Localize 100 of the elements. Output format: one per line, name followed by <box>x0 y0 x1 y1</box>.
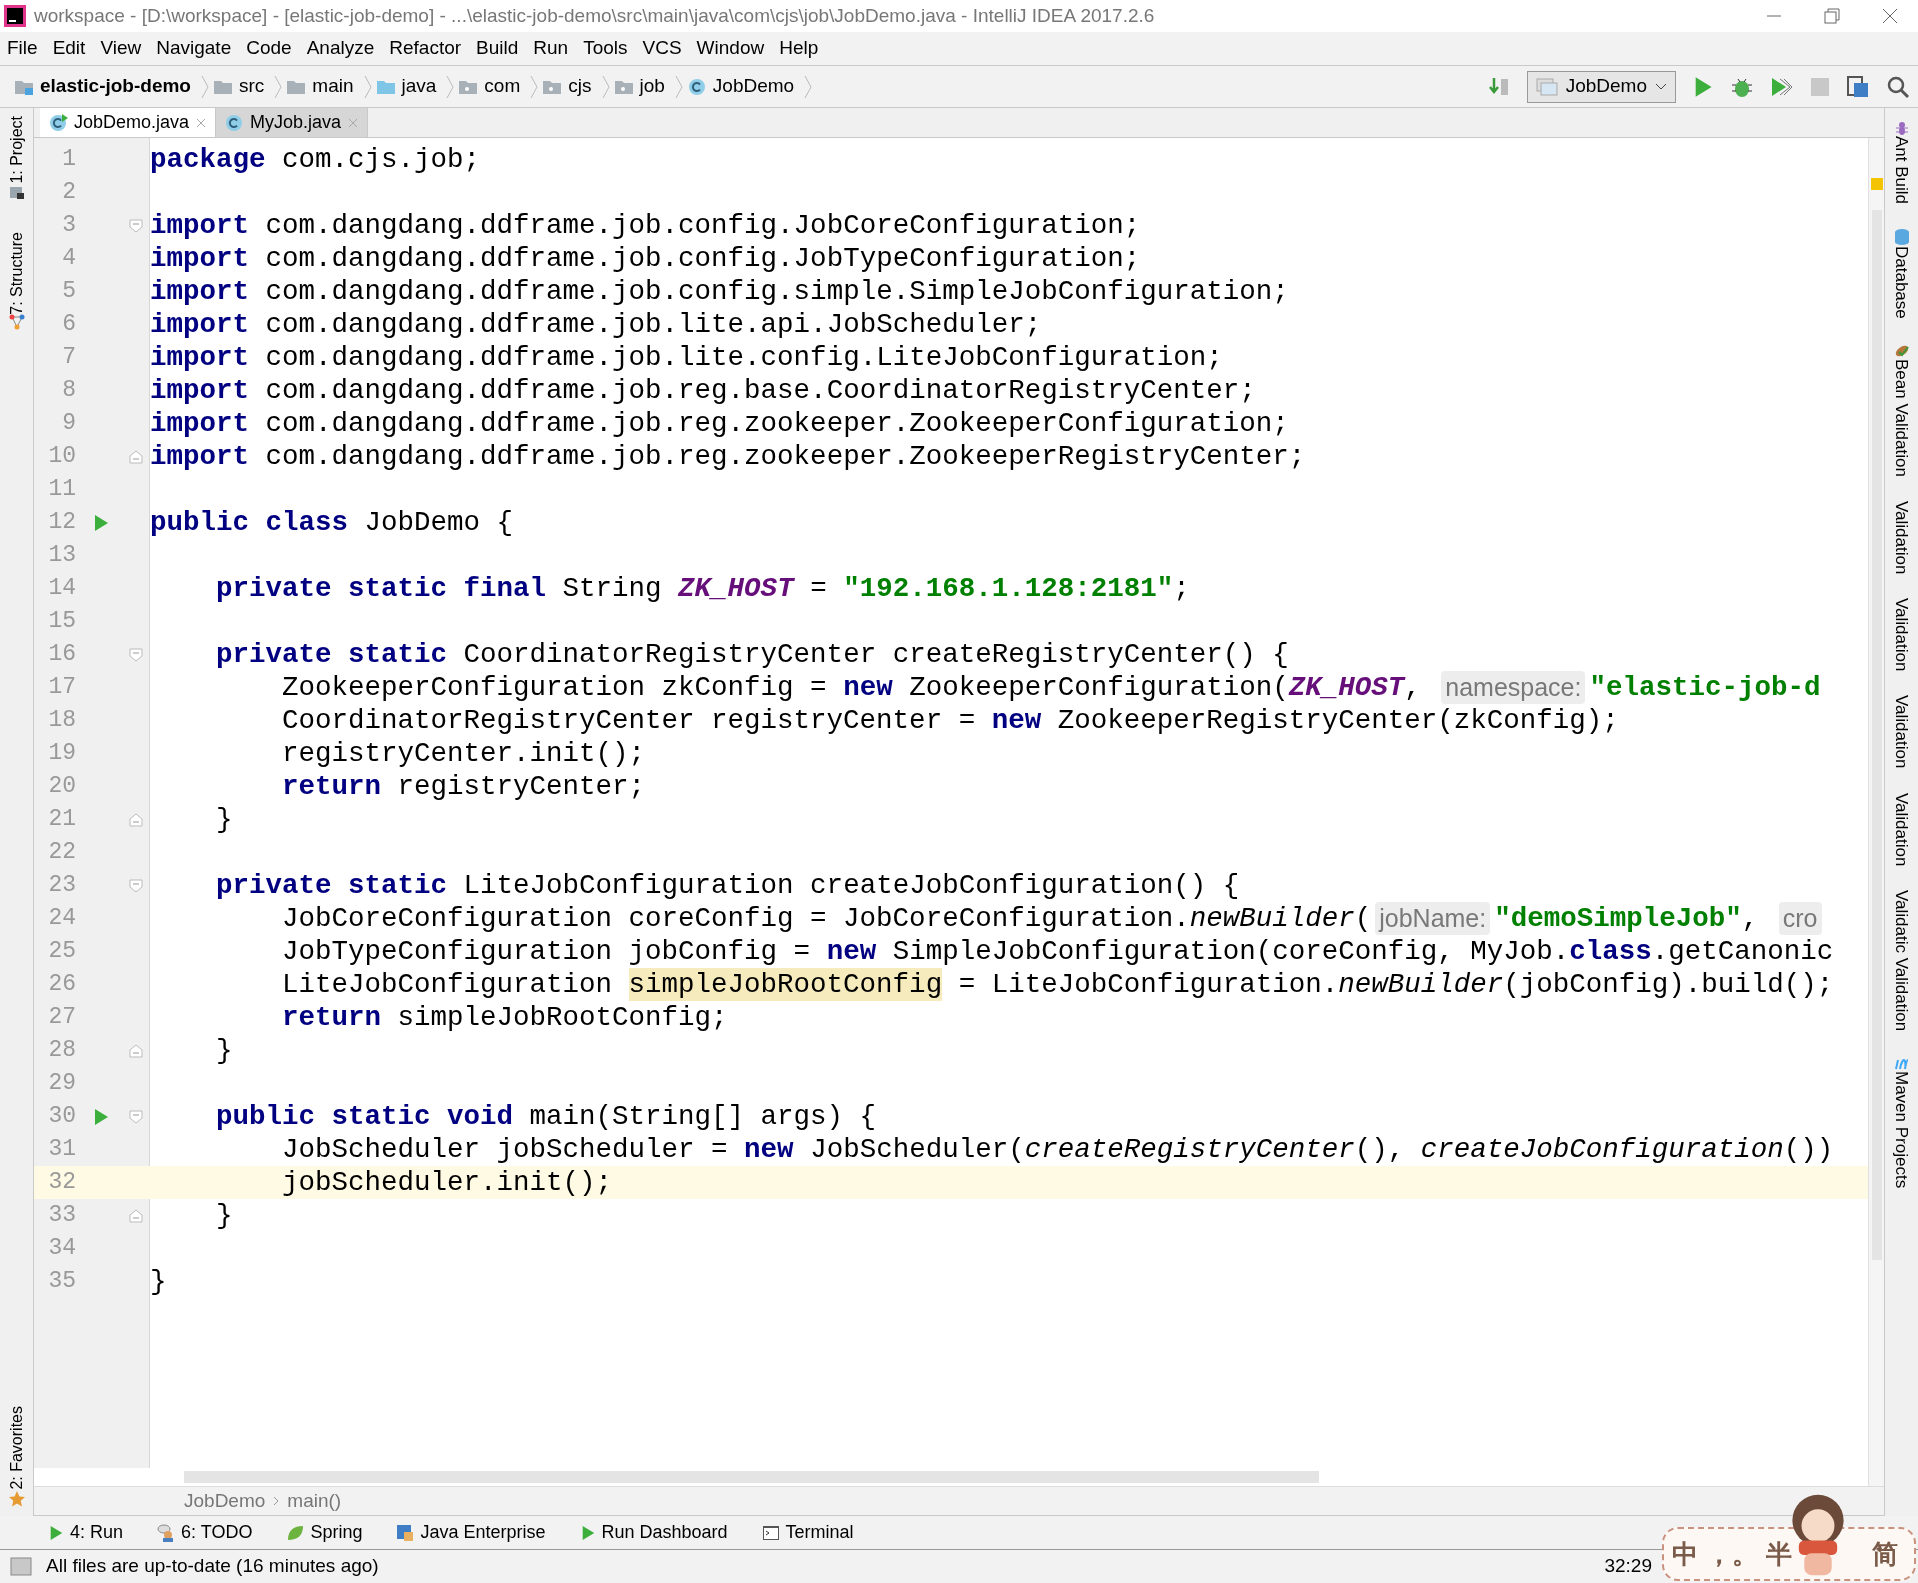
window-icon <box>1535 77 1558 96</box>
menu-item[interactable]: Edit <box>52 34 86 63</box>
tool-window-button[interactable]: Validatic Validation <box>1888 890 1915 1032</box>
run-gutter-icon[interactable] <box>92 1107 110 1126</box>
fold-icon[interactable] <box>129 218 143 233</box>
tool-window-button[interactable]: Ant Build <box>1888 136 1915 205</box>
code-text: } <box>215 1034 233 1067</box>
line-number: 18 <box>48 706 76 736</box>
breadcrumb-item[interactable]: java <box>401 72 437 101</box>
menu-item[interactable]: Code <box>246 34 292 63</box>
breadcrumb-item[interactable]: job <box>639 72 665 101</box>
line-number: 9 <box>62 409 76 439</box>
code-text: com.dangdang.ddframe.job.config.JobTypeConfiguration; <box>264 242 1141 275</box>
line-number: 25 <box>48 937 76 967</box>
chevron-icon <box>601 74 610 99</box>
breadcrumb-item[interactable]: JobDemo <box>712 72 795 101</box>
tool-window-button[interactable]: Validation <box>1888 598 1915 672</box>
parameter-hint: namespace: <box>1441 671 1586 704</box>
leaf-icon <box>286 1523 305 1542</box>
menu-item[interactable]: VCS <box>642 34 682 63</box>
input-method-item[interactable]: ，。 <box>1706 1534 1758 1574</box>
input-method-item[interactable]: 半 <box>1766 1534 1792 1574</box>
status-toggle-icon[interactable] <box>10 1556 32 1577</box>
keyword: private static final <box>215 572 547 605</box>
tool-window-button[interactable]: Run Dashboard <box>579 1519 728 1546</box>
keyword: import <box>150 341 250 374</box>
caret-position[interactable]: 32:29 <box>1604 1552 1652 1581</box>
project-structure-icon[interactable] <box>1846 74 1870 99</box>
line-number: 13 <box>48 541 76 571</box>
fold-icon[interactable] <box>129 812 143 827</box>
menu-item[interactable]: View <box>100 34 142 63</box>
code-text: ZookeeperConfiguration zkConfig = <box>281 671 828 704</box>
build-icon[interactable] <box>1488 75 1511 98</box>
tool-window-button[interactable]: 2: Favorites <box>0 1406 37 1490</box>
keyword: return <box>281 1001 382 1034</box>
horizontal-scrollbar[interactable] <box>184 1471 1319 1483</box>
menu-item[interactable]: Build <box>476 34 519 63</box>
constant-name: ZK_HOST <box>678 572 794 605</box>
close-icon[interactable] <box>1882 8 1898 24</box>
menu-item[interactable]: Refactor <box>389 34 462 63</box>
string-literal: "demoSimpleJob" <box>1494 902 1742 935</box>
menu-item[interactable]: Tools <box>583 34 628 63</box>
folder-icon <box>286 78 307 95</box>
tool-window-button[interactable]: Validation <box>1888 500 1915 575</box>
method-name: createJobConfiguration <box>1420 1133 1784 1166</box>
breadcrumb-item[interactable]: JobDemo <box>184 1486 266 1516</box>
fold-icon[interactable] <box>129 1109 143 1124</box>
menu-item[interactable]: Run <box>533 34 569 63</box>
editor-tab[interactable]: JobDemo.java <box>40 108 217 137</box>
menu-item[interactable]: Window <box>696 34 765 63</box>
code-text: = LiteJobConfiguration. <box>957 968 1339 1001</box>
breadcrumb-item[interactable]: src <box>239 72 265 101</box>
fold-icon[interactable] <box>129 1043 143 1058</box>
keyword: class <box>1569 935 1652 968</box>
menu-item[interactable]: Help <box>779 34 819 63</box>
run-configuration-dropdown[interactable]: JobDemo <box>1526 70 1676 103</box>
breadcrumb-item[interactable]: main() <box>287 1486 342 1516</box>
input-method-item[interactable]: 中 <box>1672 1534 1698 1574</box>
chevron-icon <box>446 74 455 99</box>
breadcrumb-item[interactable]: cjs <box>568 72 592 101</box>
chevron-icon <box>273 1495 280 1507</box>
tool-window-button[interactable]: Validation <box>1888 695 1915 769</box>
tool-window-button[interactable]: 7: Structure <box>0 231 37 315</box>
menu-item[interactable]: File <box>7 34 38 63</box>
tool-window-button[interactable]: Database <box>1888 246 1915 319</box>
tool-window-button[interactable]: Maven Projects <box>1888 1071 1915 1189</box>
menu-item[interactable]: Navigate <box>156 34 232 63</box>
tool-window-button[interactable]: Bean Validation <box>1888 358 1915 477</box>
tool-window-button[interactable]: 4: Run <box>48 1519 124 1546</box>
tool-window-button[interactable]: Spring <box>286 1519 363 1546</box>
folder-icon <box>542 78 563 95</box>
fold-icon[interactable] <box>129 647 143 662</box>
fold-icon[interactable] <box>129 878 143 893</box>
breadcrumb-item[interactable]: com <box>484 72 521 101</box>
search-icon[interactable] <box>1886 74 1910 99</box>
restore-icon[interactable] <box>1824 8 1840 24</box>
breadcrumb-item[interactable]: main <box>312 72 354 101</box>
breadcrumb-item[interactable]: elastic-job-demo <box>40 72 191 101</box>
line-number: 3 <box>62 211 76 241</box>
menu-item[interactable]: Analyze <box>306 34 375 63</box>
code-text: JobScheduler jobScheduler = <box>281 1133 729 1166</box>
input-method-item[interactable]: 简 <box>1872 1534 1898 1574</box>
tool-window-button[interactable]: Terminal <box>761 1519 854 1546</box>
fold-icon[interactable] <box>129 449 143 464</box>
run-gutter-icon[interactable] <box>92 513 110 532</box>
folder-icon <box>458 78 479 95</box>
code-text: CoordinatorRegistryCenter registryCenter = <box>281 704 977 737</box>
line-number: 27 <box>48 1003 76 1033</box>
stop-icon[interactable] <box>1810 76 1830 97</box>
code-text: ( <box>1354 902 1372 935</box>
tool-window-button[interactable]: 6: TODO <box>157 1519 253 1546</box>
tool-window-button[interactable]: Java Enterprise <box>396 1519 546 1546</box>
line-number: 12 <box>48 508 76 538</box>
fold-icon[interactable] <box>129 1208 143 1223</box>
code-text: .getCanonic <box>1651 935 1834 968</box>
warning-marker[interactable] <box>1870 178 1883 190</box>
editor-tab[interactable]: MyJob.java <box>216 108 369 137</box>
tool-window-button[interactable]: 1: Project <box>0 116 37 184</box>
tool-window-button[interactable]: Validation <box>1888 792 1915 867</box>
run-icon[interactable] <box>48 1524 64 1541</box>
